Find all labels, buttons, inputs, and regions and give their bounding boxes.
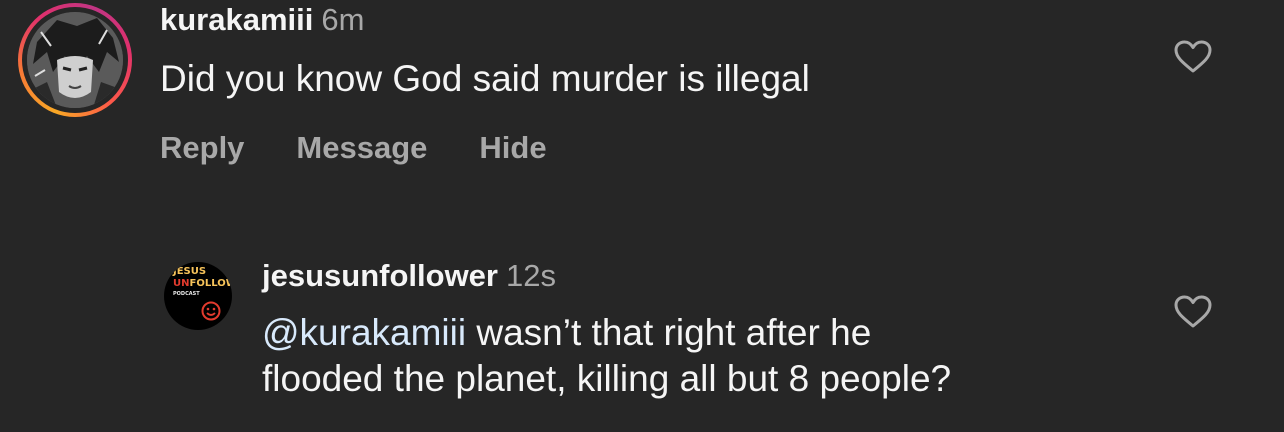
- smiley-icon: [201, 301, 221, 321]
- username[interactable]: jesusunfollower: [262, 258, 498, 293]
- comment-header: kurakamiii 6m: [160, 0, 364, 40]
- logo-text-line2: UNFOLLOWER: [173, 278, 232, 289]
- timestamp: 6m: [321, 2, 365, 37]
- hide-button[interactable]: Hide: [479, 128, 546, 168]
- timestamp: 12s: [505, 258, 556, 293]
- anime-character-avatar-icon: [27, 12, 123, 108]
- comment-text: Did you know God said murder is illegal: [160, 58, 810, 99]
- heart-outline-icon[interactable]: [1174, 295, 1212, 329]
- mention-link[interactable]: @kurakamiii: [262, 312, 466, 353]
- comment-actions: Reply Message Hide: [160, 128, 599, 168]
- logo-text-line3: PODCAST: [173, 291, 200, 297]
- comment-text-line1: @kurakamiii wasn’t that right after he: [262, 312, 872, 353]
- message-button[interactable]: Message: [296, 128, 427, 168]
- comment-header: jesusunfollower 12s: [262, 256, 556, 296]
- avatar: [27, 12, 123, 108]
- comment-text-line2: flooded the planet, killing all but 8 pe…: [262, 358, 952, 399]
- story-ring-avatar[interactable]: [18, 3, 132, 117]
- comments-thread: kurakamiii 6m Did you know God said murde…: [0, 0, 1284, 432]
- username[interactable]: kurakamiii: [160, 2, 313, 37]
- reply-button[interactable]: Reply: [160, 128, 244, 168]
- heart-outline-icon[interactable]: [1174, 40, 1212, 74]
- avatar[interactable]: JESUS UNFOLLOWER PODCAST: [164, 262, 232, 330]
- comment-text: @kurakamiii wasn’t that right after he f…: [262, 310, 1142, 402]
- logo-text-line1: JESUS: [173, 266, 207, 277]
